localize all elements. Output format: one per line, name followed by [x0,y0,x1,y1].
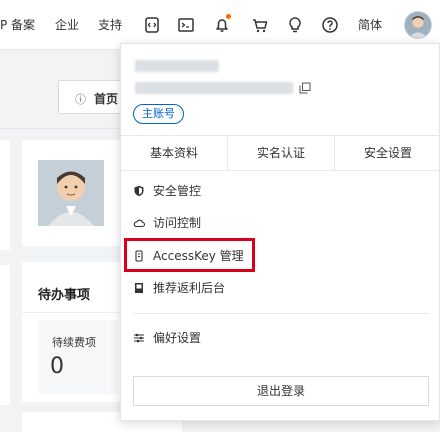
tab-security-settings[interactable]: 安全设置 [335,136,440,170]
help-icon[interactable] [320,15,340,35]
side-panel [0,140,10,250]
user-avatar[interactable] [404,11,432,39]
lightbulb-icon[interactable] [285,15,305,35]
menu-divider [133,313,429,314]
sliders-icon [133,332,145,344]
account-dropdown: 主账号 基本资料 实名认证 安全设置 安全管控 访问控制 AccessKey 管… [120,43,440,421]
menu-item-label: 推荐返利后台 [153,281,226,295]
home-label: 首页 [94,92,119,106]
info-icon: ⓘ [75,93,86,106]
enterprise-link[interactable]: 企业 [55,0,79,50]
tab-real-name[interactable]: 实名认证 [228,136,334,170]
tab-basic-info[interactable]: 基本资料 [121,136,227,170]
copy-icon[interactable] [299,82,311,94]
account-tabs: 基本资料 实名认证 安全设置 [121,135,440,171]
support-link[interactable]: 支持 [98,0,122,50]
book-icon [133,282,145,294]
menu-item-label: 偏好设置 [153,331,202,345]
menu-item-label: 访问控制 [153,216,202,230]
renewal-label: 待续费项 [52,336,96,349]
main-account-badge: 主账号 [133,104,184,124]
logout-button[interactable]: 退出登录 [133,376,429,406]
cart-icon[interactable] [250,15,270,35]
filing-link[interactable]: P 备案 [0,0,35,50]
side-panel [0,265,10,405]
account-id-redacted [135,82,293,94]
renewal-count: 0 [50,354,64,379]
shield-icon [133,185,145,197]
menu-item-label: 安全管控 [153,184,202,198]
account-name-redacted [135,60,219,72]
todo-title: 待办事项 [38,288,91,303]
bell-icon[interactable] [212,14,232,35]
profile-avatar [38,160,104,226]
cloud-icon [133,217,145,229]
accesskey-highlight-box [124,238,255,272]
terminal-icon[interactable] [176,15,196,35]
notification-dot [226,14,231,19]
renewal-todo-box[interactable]: 待续费项 0 [38,320,118,394]
code-icon[interactable] [142,15,162,35]
